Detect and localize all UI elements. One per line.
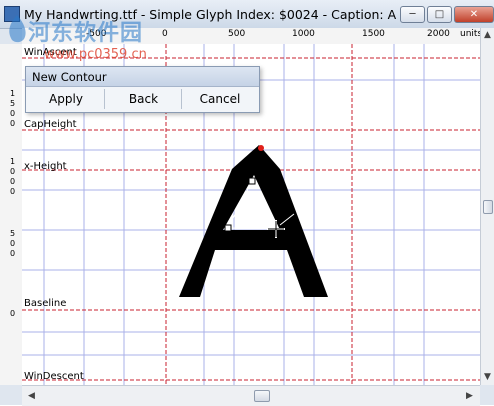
minimize-button[interactable]: ─	[400, 6, 425, 23]
maximize-icon: □	[434, 9, 445, 20]
apply-button[interactable]: Apply	[28, 89, 104, 109]
new-contour-popup: New Contour Apply Back Cancel	[25, 66, 260, 113]
x-height-label: x-Height	[24, 161, 67, 172]
scroll-right-icon[interactable]: ▶	[466, 391, 473, 401]
ruler-label: 0	[10, 187, 16, 196]
ruler-label: 0	[10, 177, 16, 186]
glyph-outline-a[interactable]	[179, 145, 328, 297]
cap-height-label: CapHeight	[24, 119, 77, 130]
close-button[interactable]: ✕	[454, 6, 494, 23]
ruler-label: 0	[10, 239, 16, 248]
ruler-label: 0	[10, 109, 16, 118]
cancel-button[interactable]: Cancel	[183, 89, 257, 109]
ruler-label: 0	[10, 119, 16, 128]
ruler-units: units	[460, 29, 480, 39]
scrollbar-corner	[0, 385, 22, 405]
ruler-label: 5	[10, 99, 16, 108]
glyph-editor-window: My Handwrting.ttf - Simple Glyph Index: …	[0, 0, 494, 406]
ruler-label: 0	[162, 29, 168, 39]
win-descent-label: WinDescent	[24, 371, 84, 382]
watermark-logo-icon	[9, 15, 26, 43]
button-divider	[104, 89, 105, 109]
ruler-label: 500	[228, 29, 246, 39]
maximize-button[interactable]: □	[427, 6, 452, 23]
ruler-label: 1	[10, 89, 16, 98]
ruler-label: 1500	[362, 29, 385, 39]
ruler-label: 5	[10, 229, 16, 238]
control-point[interactable]	[224, 224, 232, 232]
close-icon: ✕	[469, 9, 479, 20]
minimize-icon: ─	[409, 9, 416, 20]
ruler-label: 0	[10, 249, 16, 258]
button-divider	[181, 89, 182, 109]
ruler-label: 1	[10, 157, 16, 166]
ruler-label: 2000	[427, 29, 450, 39]
back-button[interactable]: Back	[106, 89, 181, 109]
popup-title-bar[interactable]: New Contour	[26, 67, 259, 87]
vertical-ruler: 1 5 0 0 1 0 0 0 5 0 0 0	[0, 44, 23, 385]
popup-title: New Contour	[32, 70, 107, 84]
horizontal-scroll-thumb[interactable]	[254, 390, 270, 402]
watermark-url: www.pc0359.cn	[44, 47, 147, 62]
vertical-scrollbar[interactable]: ▲ ▼	[480, 28, 494, 385]
control-point[interactable]	[248, 177, 256, 185]
scroll-up-icon[interactable]: ▲	[484, 30, 491, 40]
scroll-left-icon[interactable]: ◀	[28, 391, 35, 401]
ruler-label: 0	[10, 167, 16, 176]
baseline-label: Baseline	[24, 298, 67, 309]
horizontal-scrollbar[interactable]: ◀ ▶	[22, 385, 480, 406]
watermark-brand: 河东软件园	[28, 21, 144, 46]
start-point[interactable]	[258, 145, 264, 151]
scroll-down-icon[interactable]: ▼	[484, 372, 491, 382]
ruler-label: 0	[10, 309, 16, 318]
ruler-label: 1000	[292, 29, 315, 39]
vertical-scroll-thumb[interactable]	[483, 200, 493, 214]
